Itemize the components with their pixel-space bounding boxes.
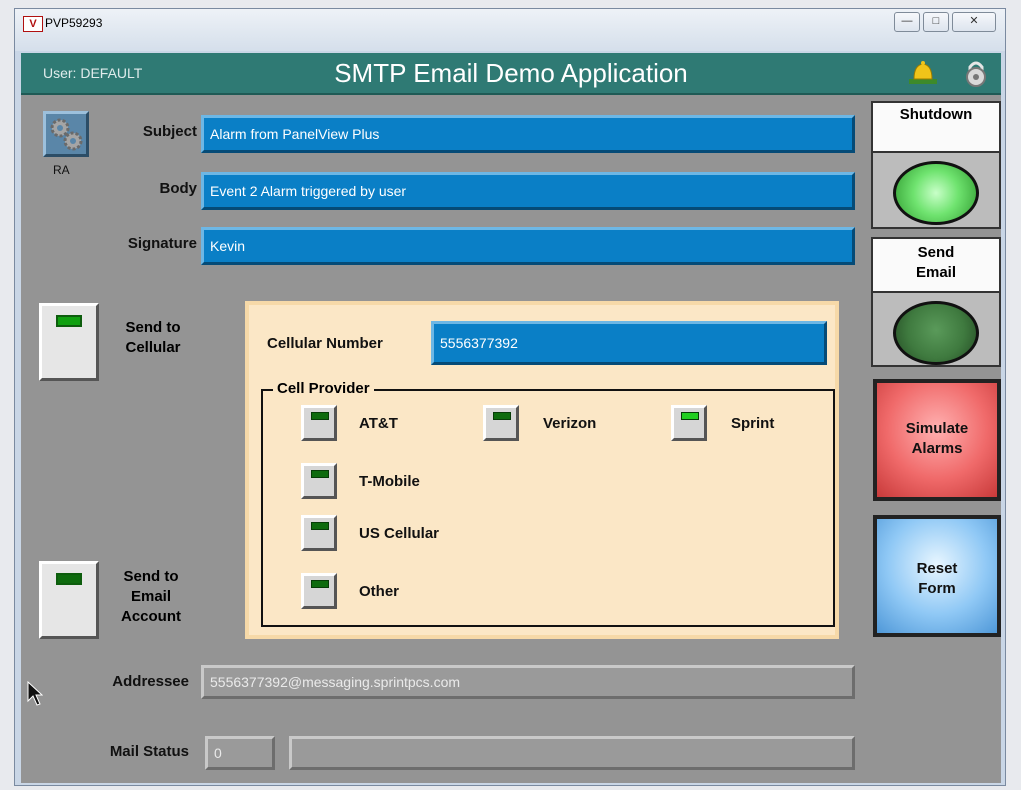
provider-tmobile-button[interactable] — [301, 463, 337, 499]
gears-icon — [50, 118, 83, 151]
maximize-button[interactable]: □ — [923, 12, 949, 32]
provider-other-label: Other — [359, 583, 400, 600]
send-email-label: Send Email — [873, 239, 999, 293]
provider-att-led — [311, 412, 329, 420]
simulate-alarms-button[interactable]: Simulate Alarms — [873, 379, 1001, 501]
app-canvas: User: DEFAULT SMTP Email Demo Applicatio… — [21, 53, 1001, 783]
provider-sprint-led — [681, 412, 699, 420]
gears-button[interactable] — [43, 111, 89, 157]
cellular-number-field[interactable]: 5556377392 — [431, 321, 827, 365]
send-to-cellular-button[interactable] — [39, 303, 99, 381]
provider-other-led — [311, 580, 329, 588]
provider-other-button[interactable] — [301, 573, 337, 609]
addressee-field: 5556377392@messaging.sprintpcs.com — [201, 665, 855, 699]
send-to-email-button[interactable] — [39, 561, 99, 639]
provider-sprint-button[interactable] — [671, 405, 707, 441]
provider-sprint-label: Sprint — [731, 415, 775, 432]
send-to-cellular-label: Send to Cellular — [125, 319, 181, 356]
cellular-indicator-led — [56, 315, 82, 327]
ra-label: RA — [53, 163, 70, 177]
shutdown-lamp — [893, 161, 979, 225]
send-email-lamp — [893, 301, 979, 365]
cellular-number-label: Cellular Number — [267, 335, 383, 352]
email-indicator-led — [56, 573, 82, 585]
provider-verizon-button[interactable] — [483, 405, 519, 441]
mail-status-text — [289, 736, 855, 770]
window-titlebar: V PVP59293 — □ ✕ — [15, 9, 1005, 51]
provider-tmobile-label: T-Mobile — [359, 473, 420, 490]
mail-status-label: Mail Status — [109, 743, 189, 760]
provider-verizon-label: Verizon — [543, 415, 597, 432]
provider-tmobile-led — [311, 470, 329, 478]
body-label: Body — [159, 180, 198, 197]
reset-form-button[interactable]: Reset Form — [873, 515, 1001, 637]
shutdown-button[interactable]: Shutdown — [871, 101, 1001, 229]
cell-provider-group: Cell Provider AT&T Verizon Sprint T-Mobi… — [261, 380, 835, 627]
bell-icon[interactable] — [909, 59, 937, 85]
minimize-button[interactable]: — — [894, 12, 920, 32]
provider-uscellular-button[interactable] — [301, 515, 337, 551]
subject-field[interactable]: Alarm from PanelView Plus — [201, 115, 855, 153]
addressee-label: Addressee — [112, 673, 189, 690]
cell-provider-legend: Cell Provider — [273, 380, 374, 397]
send-to-email-label: Send to Email Account — [121, 568, 181, 625]
provider-verizon-led — [493, 412, 511, 420]
send-email-button[interactable]: Send Email — [871, 237, 1001, 367]
body-field[interactable]: Event 2 Alarm triggered by user — [201, 172, 855, 210]
provider-att-label: AT&T — [359, 415, 398, 432]
provider-uscellular-label: US Cellular — [359, 525, 440, 542]
mouse-pointer-icon — [27, 681, 43, 706]
lock-icon[interactable] — [963, 59, 989, 87]
app-logo-icon: V — [23, 16, 43, 32]
subject-label: Subject — [142, 123, 197, 140]
app-title: SMTP Email Demo Application — [334, 58, 688, 88]
shutdown-label: Shutdown — [873, 103, 999, 153]
cellular-panel: Cellular Number 5556377392 Cell Provider… — [245, 301, 839, 639]
signature-field[interactable]: Kevin — [201, 227, 855, 265]
provider-uscellular-led — [311, 522, 329, 530]
window-title: PVP59293 — [45, 16, 103, 30]
signature-label: Signature — [127, 235, 197, 252]
close-button[interactable]: ✕ — [952, 12, 996, 32]
app-header: User: DEFAULT SMTP Email Demo Applicatio… — [21, 53, 1001, 95]
window: V PVP59293 — □ ✕ User: DEFAULT SMTP Emai… — [14, 8, 1006, 786]
mail-status-code: 0 — [205, 736, 275, 770]
provider-att-button[interactable] — [301, 405, 337, 441]
